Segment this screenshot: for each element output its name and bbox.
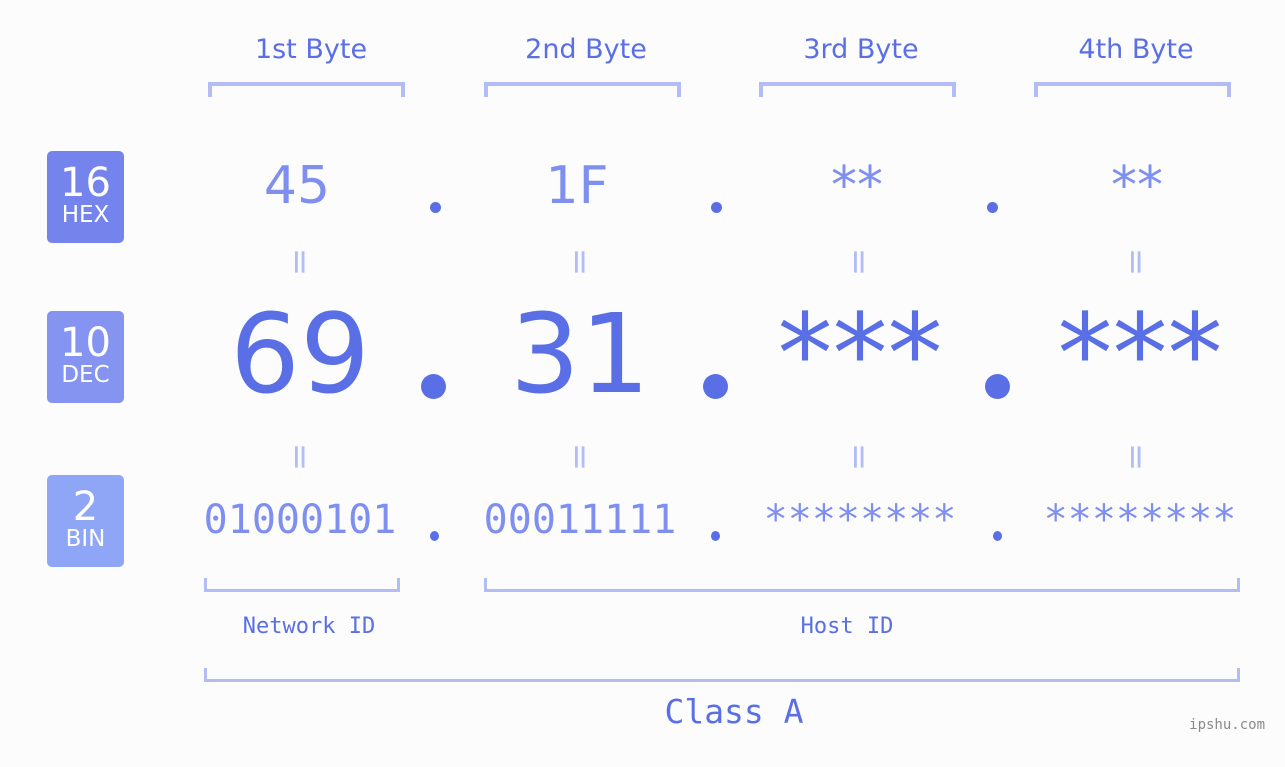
equals-sign: = [280, 247, 320, 277]
badge-hex-label: HEX [61, 202, 110, 228]
dec-byte-2: 31 [510, 290, 650, 418]
badge-dec-number: 10 [60, 320, 111, 366]
header-byte-1: 1st Byte [254, 34, 368, 65]
dec-dot-1 [421, 374, 446, 399]
dec-dot-2 [703, 374, 728, 399]
equals-sign: = [280, 442, 320, 472]
bin-dot-3 [993, 531, 1002, 541]
host-id-label: Host ID [800, 614, 894, 639]
hex-byte-2: 1F [545, 156, 609, 216]
equals-sign: = [1116, 247, 1156, 277]
dec-byte-3: *** [777, 290, 943, 418]
equals-sign: = [560, 247, 600, 277]
bin-byte-2: 00011111 [483, 497, 677, 543]
bracket-byte-3 [759, 82, 956, 97]
badge-bin-label: BIN [65, 526, 106, 552]
badge-bin: 2 BIN [47, 475, 124, 567]
badge-hex: 16 HEX [47, 151, 124, 243]
badge-hex-number: 16 [60, 160, 111, 206]
hex-dot-2 [711, 202, 722, 213]
network-id-bracket [204, 578, 400, 592]
hex-byte-1: 45 [263, 156, 331, 216]
bin-byte-4: ******** [1043, 497, 1237, 543]
bin-byte-3: ******** [763, 497, 957, 543]
watermark: ipshu.com [1189, 717, 1265, 733]
bracket-byte-2 [484, 82, 681, 97]
header-byte-3: 3rd Byte [803, 34, 919, 65]
hex-byte-3: ** [831, 156, 883, 216]
class-label: Class A [664, 692, 804, 731]
bracket-byte-4 [1034, 82, 1231, 97]
hex-byte-4: ** [1111, 156, 1163, 216]
equals-sign: = [839, 247, 879, 277]
bin-dot-1 [430, 531, 439, 541]
hex-dot-1 [430, 202, 441, 213]
dec-byte-1: 69 [230, 290, 370, 418]
bin-byte-1: 01000101 [203, 497, 397, 543]
equals-sign: = [839, 442, 879, 472]
header-byte-4: 4th Byte [1078, 34, 1194, 65]
hex-dot-3 [987, 202, 998, 213]
dec-dot-3 [985, 374, 1010, 399]
badge-dec: 10 DEC [47, 311, 124, 403]
host-id-bracket [484, 578, 1240, 592]
bracket-byte-1 [208, 82, 405, 97]
network-id-label: Network ID [242, 614, 376, 639]
badge-dec-label: DEC [61, 362, 110, 388]
class-bracket [204, 668, 1240, 682]
badge-bin-number: 2 [72, 484, 99, 530]
equals-sign: = [560, 442, 600, 472]
header-byte-2: 2nd Byte [525, 34, 647, 65]
bin-dot-2 [711, 531, 720, 541]
dec-byte-4: *** [1057, 290, 1223, 418]
equals-sign: = [1116, 442, 1156, 472]
